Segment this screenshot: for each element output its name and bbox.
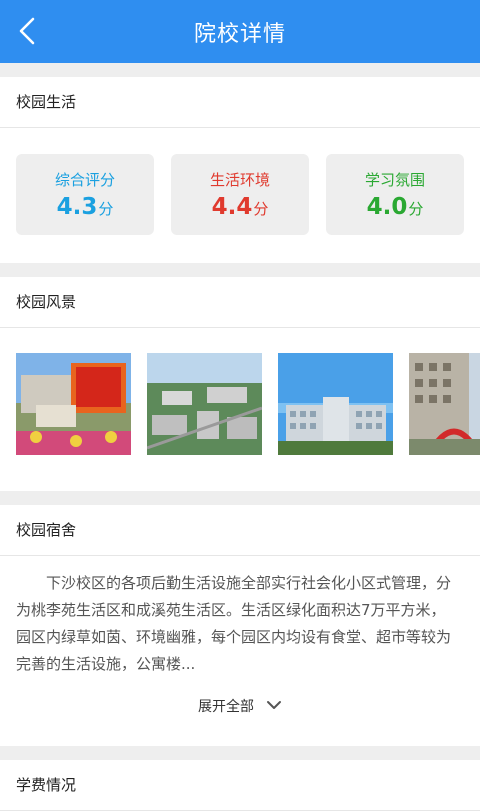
tuition-heading[interactable]: 学费情况 [0, 760, 480, 811]
scenery-photo[interactable] [278, 353, 393, 455]
page-title: 院校详情 [193, 21, 286, 47]
score-number: 4.0 [366, 194, 408, 220]
score-unit: 分 [98, 200, 114, 218]
scenery-heading: 校园风景 [0, 277, 480, 328]
score-number: 4.4 [211, 194, 253, 220]
score-label: 综合评分 [54, 171, 115, 189]
score-value: 4.0分 [367, 194, 424, 220]
score-unit: 分 [253, 200, 269, 218]
top-bar: 院校详情 [0, 0, 480, 63]
score-card-living: 生活环境 4.4分 [171, 154, 309, 235]
chevron-left-icon [19, 17, 35, 45]
scenery-section: 校园风景 [0, 277, 480, 491]
expand-all-label: 展开全部 [198, 699, 254, 715]
back-button[interactable] [12, 14, 42, 48]
score-value: 4.3分 [57, 194, 114, 220]
score-cards: 综合评分 4.3分 生活环境 4.4分 学习氛围 4.0分 [0, 128, 480, 263]
score-number: 4.3 [56, 194, 98, 220]
score-unit: 分 [408, 200, 424, 218]
scenery-photo[interactable] [409, 353, 480, 455]
scenery-gallery[interactable] [0, 328, 480, 491]
dorm-heading: 校园宿舍 [0, 505, 480, 556]
chevron-down-icon [267, 701, 281, 709]
spacer [0, 734, 480, 746]
score-label: 生活环境 [209, 171, 270, 189]
score-card-study: 学习氛围 4.0分 [326, 154, 464, 235]
tuition-section: 学费情况 [0, 760, 480, 811]
campus-life-section: 校园生活 综合评分 4.3分 生活环境 4.4分 学习氛围 4.0分 [0, 77, 480, 263]
dorm-text: 下沙校区的各项后勤生活设施全部实行社会化小区式管理，分为桃李苑生活区和成溪苑生活… [16, 574, 452, 673]
score-label: 学习氛围 [364, 171, 425, 189]
dorm-description: 下沙校区的各项后勤生活设施全部实行社会化小区式管理，分为桃李苑生活区和成溪苑生活… [0, 556, 480, 678]
score-card-overall: 综合评分 4.3分 [16, 154, 154, 235]
scenery-photo[interactable] [16, 353, 131, 455]
score-value: 4.4分 [212, 194, 269, 220]
expand-all-button[interactable]: 展开全部 [0, 678, 480, 734]
dorm-section: 校园宿舍 下沙校区的各项后勤生活设施全部实行社会化小区式管理，分为桃李苑生活区和… [0, 505, 480, 746]
campus-life-heading: 校园生活 [0, 77, 480, 128]
scenery-photo[interactable] [147, 353, 262, 455]
